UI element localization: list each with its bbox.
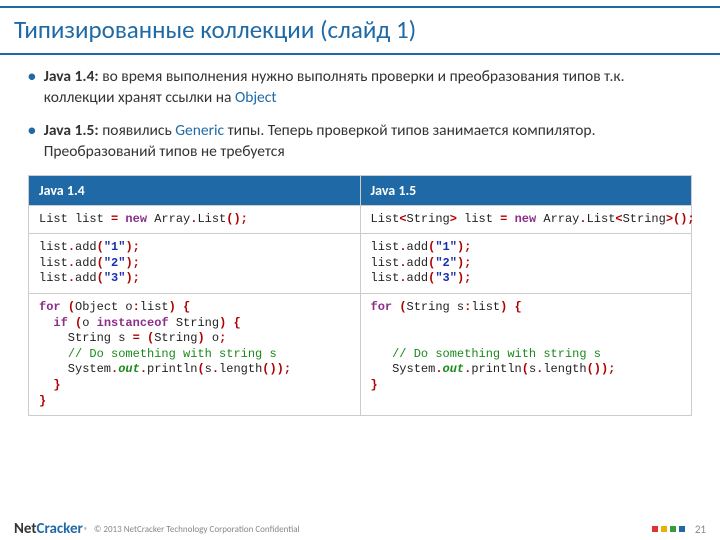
comparison-table: Java 1.4 Java 1.5 List list = new Array.… xyxy=(28,175,692,417)
code-cell-15: list.add("1"); list.add("2"); list.add("… xyxy=(360,234,692,294)
bullet-keyword: Object xyxy=(235,88,277,107)
code-cell-14: List list = new Array.List(); xyxy=(29,205,361,234)
logo: NetCracker® © 2013 NetCracker Technology… xyxy=(14,520,300,538)
bullet-before: во время выполнения нужно выполнять пров… xyxy=(44,67,625,107)
bullet-text: Java 1.4: во время выполнения нужно выпо… xyxy=(44,67,692,109)
table-row: for (Object o:list) { if (o instanceof S… xyxy=(29,294,692,416)
bullet-item: • Java 1.5: появились Generic типы. Тепе… xyxy=(28,121,692,163)
logo-cracker: Cracker xyxy=(37,520,83,538)
code-cell-15: for (String s:list) { // Do something wi… xyxy=(360,294,692,416)
bullet-text: Java 1.5: появились Generic типы. Теперь… xyxy=(44,121,692,163)
bullet-dot-icon: • xyxy=(28,121,36,163)
page-number: 21 xyxy=(695,523,706,536)
table-header: Java 1.4 xyxy=(29,175,361,205)
slide-body: • Java 1.4: во время выполнения нужно вы… xyxy=(0,55,720,416)
bullet-before: появились xyxy=(99,121,176,140)
table-row: list.add("1"); list.add("2"); list.add("… xyxy=(29,234,692,294)
bullet-prefix: Java 1.4: xyxy=(44,67,99,86)
table-row: List list = new Array.List(); List<Strin… xyxy=(29,205,692,234)
footer-right: 21 xyxy=(652,523,706,536)
copyright: © 2013 NetCracker Technology Corporation… xyxy=(94,524,300,535)
code-cell-14: list.add("1"); list.add("2"); list.add("… xyxy=(29,234,361,294)
logo-net: Net xyxy=(14,520,37,538)
table-header: Java 1.5 xyxy=(360,175,692,205)
brand-dots-icon xyxy=(652,526,685,532)
bullet-dot-icon: • xyxy=(28,67,36,109)
code-cell-15: List<String> list = new Array.List<Strin… xyxy=(360,205,692,234)
table-header-row: Java 1.4 Java 1.5 xyxy=(29,175,692,205)
footer: NetCracker® © 2013 NetCracker Technology… xyxy=(14,520,706,538)
slide: Типизированные коллекции (слайд 1) • Jav… xyxy=(0,6,720,540)
code-cell-14: for (Object o:list) { if (o instanceof S… xyxy=(29,294,361,416)
bullet-prefix: Java 1.5: xyxy=(44,121,99,140)
bullet-keyword: Generic xyxy=(175,121,224,140)
logo-reg: ® xyxy=(84,526,88,536)
bullet-item: • Java 1.4: во время выполнения нужно вы… xyxy=(28,67,692,109)
slide-title: Типизированные коллекции (слайд 1) xyxy=(0,6,720,55)
